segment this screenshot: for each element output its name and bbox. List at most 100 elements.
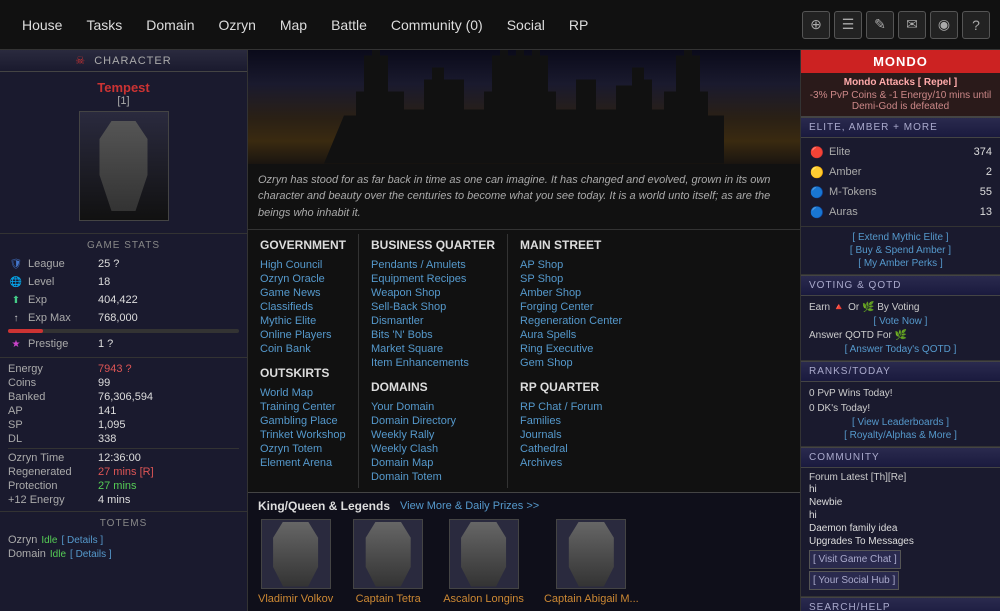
nav-ozryn[interactable]: Ozryn — [207, 11, 268, 39]
nav-icon-3[interactable]: ✎ — [866, 11, 894, 39]
dom-weekly-clash[interactable]: Weekly Clash — [371, 442, 495, 456]
mtoken-value: 55 — [980, 186, 992, 198]
rp-archives[interactable]: Archives — [520, 456, 622, 470]
ms-forging[interactable]: Forging Center — [520, 300, 622, 314]
totem-ozryn-link[interactable]: [ Details ] — [61, 535, 103, 546]
visit-game-chat-button[interactable]: [ Visit Game Chat ] — [809, 550, 901, 569]
ms-aura-spells[interactable]: Aura Spells — [520, 328, 622, 342]
dom-directory[interactable]: Domain Directory — [371, 414, 495, 428]
biz-equipment[interactable]: Equipment Recipes — [371, 272, 495, 286]
nav-community[interactable]: Community (0) — [379, 11, 495, 39]
out-element-arena[interactable]: Element Arena — [260, 456, 346, 470]
vote-now-link[interactable]: [ Vote Now ] — [809, 315, 992, 328]
biz-bits-bobs[interactable]: Bits 'N' Bobs — [371, 328, 495, 342]
level-icon: 🌐 — [8, 274, 24, 290]
biz-pendants[interactable]: Pendants / Amulets — [371, 258, 495, 272]
nav-icon-4[interactable]: ✉ — [898, 11, 926, 39]
forum-entry-0: hi — [809, 483, 992, 496]
stat-protection: Protection 27 mins — [8, 479, 239, 493]
legends-more-link[interactable]: View More & Daily Prizes >> — [400, 500, 539, 512]
ms-gem-shop[interactable]: Gem Shop — [520, 356, 622, 370]
nav-domain[interactable]: Domain — [134, 11, 206, 39]
leaderboards-link[interactable]: [ View Leaderboards ] — [809, 416, 992, 429]
legend-player-4[interactable]: 👑 Captain Abigail M... — [544, 519, 639, 605]
amber-label: Amber — [829, 166, 986, 178]
gov-high-council[interactable]: High Council — [260, 258, 346, 272]
elite-amber-links: [ Extend Mythic Elite ] [ Buy & Spend Am… — [801, 227, 1000, 275]
buy-amber-link[interactable]: [ Buy & Spend Amber ] — [809, 244, 992, 257]
character-name[interactable]: Tempest — [4, 80, 243, 95]
legend-name-2: Captain Tetra — [353, 593, 423, 605]
rp-quarter-header: RP QUARTER — [520, 380, 622, 394]
answer-qotd-link[interactable]: [ Answer Today's QOTD ] — [809, 343, 992, 356]
coins-value: 99 — [98, 377, 110, 389]
nav-social[interactable]: Social — [495, 11, 557, 39]
gov-game-news[interactable]: Game News — [260, 286, 346, 300]
banked-label: Banked — [8, 391, 98, 403]
rp-journals[interactable]: Journals — [520, 428, 622, 442]
biz-weapon-shop[interactable]: Weapon Shop — [371, 286, 495, 300]
regen-value: 27 mins [R] — [98, 466, 154, 478]
nav-house[interactable]: House — [10, 11, 74, 39]
out-totem[interactable]: Ozryn Totem — [260, 442, 346, 456]
extend-mythic-link[interactable]: [ Extend Mythic Elite ] — [809, 231, 992, 244]
center-panel: Ozryn has stood for as far back in time … — [248, 50, 800, 611]
mainstreet-column: MAIN STREET AP Shop SP Shop Amber Shop F… — [508, 234, 634, 488]
ms-sp-shop[interactable]: SP Shop — [520, 272, 622, 286]
legend-figure-3 — [459, 522, 509, 587]
voting-header: VOTING & QOTD — [801, 275, 1000, 296]
nav-battle[interactable]: Battle — [319, 11, 379, 39]
legend-player-3[interactable]: 👑 Ascalon Longins — [443, 519, 524, 605]
character-avatar[interactable] — [79, 111, 169, 221]
out-training[interactable]: Training Center — [260, 400, 346, 414]
ms-ring-executive[interactable]: Ring Executive — [520, 342, 622, 356]
royalty-link[interactable]: [ Royalty/Alphas & More ] — [809, 429, 992, 442]
biz-sell-back[interactable]: Sell-Back Shop — [371, 300, 495, 314]
gov-coin-bank[interactable]: Coin Bank — [260, 342, 346, 356]
biz-market-square[interactable]: Market Square — [371, 342, 495, 356]
search-help-header: SEARCH/HELP — [801, 597, 1000, 611]
qotd-label: Answer QOTD For 🌿 — [809, 328, 992, 343]
out-trinket[interactable]: Trinket Workshop — [260, 428, 346, 442]
regen-label: Regenerated — [8, 466, 98, 478]
totem-domain-link[interactable]: [ Details ] — [70, 549, 112, 560]
community-section: Forum Latest [Th][Re] hi Newbie hi Daemo… — [801, 468, 1000, 597]
nav-rp[interactable]: RP — [557, 11, 600, 39]
rp-chat-forum[interactable]: RP Chat / Forum — [520, 400, 622, 414]
dom-your-domain[interactable]: Your Domain — [371, 400, 495, 414]
out-gambling[interactable]: Gambling Place — [260, 414, 346, 428]
gov-ozryn-oracle[interactable]: Ozryn Oracle — [260, 272, 346, 286]
nav-icon-1[interactable]: ⊕ — [802, 11, 830, 39]
biz-dismantler[interactable]: Dismantler — [371, 314, 495, 328]
nav-tasks[interactable]: Tasks — [74, 11, 134, 39]
ms-amber-shop[interactable]: Amber Shop — [520, 286, 622, 300]
legend-player-2[interactable]: 👑 Captain Tetra — [353, 519, 423, 605]
dom-domain-map[interactable]: Domain Map — [371, 456, 495, 470]
ms-ap-shop[interactable]: AP Shop — [520, 258, 622, 272]
dom-weekly-rally[interactable]: Weekly Rally — [371, 428, 495, 442]
gov-mythic-elite[interactable]: Mythic Elite — [260, 314, 346, 328]
biz-item-enhancements[interactable]: Item Enhancements — [371, 356, 495, 370]
nav-icon-2[interactable]: ☰ — [834, 11, 862, 39]
business-header: BUSINESS QUARTER — [371, 238, 495, 252]
energy-label: Energy — [8, 363, 98, 375]
stat-prestige: ★ Prestige 1 ? — [8, 335, 239, 353]
dom-domain-totem[interactable]: Domain Totem — [371, 470, 495, 484]
ms-regen-center[interactable]: Regeneration Center — [520, 314, 622, 328]
stat-sp: SP 1,095 — [8, 418, 239, 432]
gov-classifieds[interactable]: Classifieds — [260, 300, 346, 314]
out-world-map[interactable]: World Map — [260, 386, 346, 400]
mondo-attacks[interactable]: Mondo Attacks [ Repel ] — [809, 77, 992, 88]
rp-cathedral[interactable]: Cathedral — [520, 442, 622, 456]
ranks-header: RANKS/TODAY — [801, 361, 1000, 382]
your-social-hub-button[interactable]: [ Your Social Hub ] — [809, 571, 899, 590]
nav-icon-help[interactable]: ? — [962, 11, 990, 39]
stat-level: 🌐 Level 18 — [8, 273, 239, 291]
nav-icon-5[interactable]: ◉ — [930, 11, 958, 39]
gov-online-players[interactable]: Online Players — [260, 328, 346, 342]
nav-map[interactable]: Map — [268, 11, 319, 39]
legend-player-1[interactable]: 👑 Vladimir Volkov — [258, 519, 333, 605]
business-column: BUSINESS QUARTER Pendants / Amulets Equi… — [359, 234, 508, 488]
rp-families[interactable]: Families — [520, 414, 622, 428]
amber-perks-link[interactable]: [ My Amber Perks ] — [809, 257, 992, 270]
